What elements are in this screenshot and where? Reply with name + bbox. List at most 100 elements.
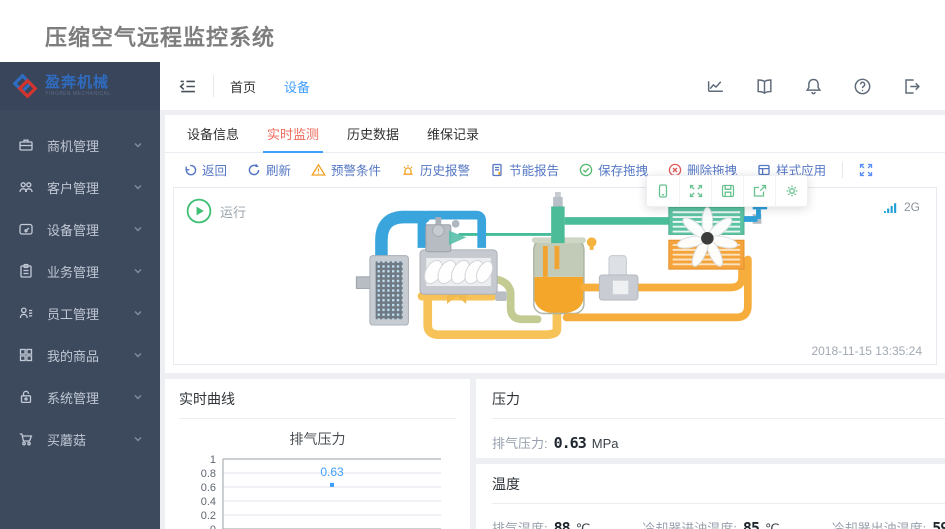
- logo: 盈奔机械 YINGBEN MECHANICAL: [0, 62, 160, 110]
- tab-device-info[interactable]: 设备信息: [181, 115, 245, 152]
- play-circle-icon: [186, 198, 212, 224]
- users-icon: [18, 179, 34, 195]
- diagram-float-toolbar: [646, 175, 808, 207]
- sidebar-item-label: 系统管理: [47, 390, 100, 406]
- reading-value: 59: [932, 519, 945, 529]
- chevron-down-icon: [132, 391, 144, 403]
- menu-fold-icon[interactable]: [178, 77, 197, 96]
- run-label: 运行: [220, 204, 247, 220]
- sidebar-item-employees[interactable]: 员工管理: [0, 292, 160, 334]
- bell-icon[interactable]: [804, 77, 823, 96]
- sidebar-item-label: 客户管理: [47, 180, 100, 196]
- monitor-toolbar: 返回 刷新 预警条件 历史报警 节能报告 保存拖拽 删除拖拽 样式应用: [165, 153, 945, 185]
- history-alarm-button[interactable]: 历史报警: [401, 160, 470, 179]
- device-monitor-card: 设备信息 实时监测 历史数据 维保记录 返回 刷新 预警条件 历史报警 节能报告…: [165, 115, 945, 373]
- svg-text:0.6: 0.6: [201, 482, 216, 494]
- page-title: 压缩空气远程监控系统: [45, 25, 276, 50]
- breadcrumb-home[interactable]: 首页: [230, 77, 256, 96]
- refresh-icon: [247, 163, 261, 177]
- reading-value: 85: [742, 519, 760, 529]
- temperature-card-title: 温度: [492, 474, 945, 504]
- logo-diamond-icon: [12, 73, 38, 99]
- expand-arrows-icon[interactable]: [679, 176, 711, 206]
- chevron-down-icon: [132, 139, 144, 151]
- refresh-button[interactable]: 刷新: [247, 160, 291, 179]
- cart-icon: [18, 431, 34, 447]
- curve-card-title: 实时曲线: [179, 389, 456, 419]
- book-icon[interactable]: [755, 77, 774, 96]
- sidebar-item-label: 员工管理: [47, 306, 100, 322]
- chevron-down-icon: [132, 307, 144, 319]
- svg-text:0.4: 0.4: [201, 496, 216, 508]
- run-status[interactable]: 运行: [186, 198, 246, 224]
- signal-bars-icon: [883, 200, 899, 214]
- grid-icon: [18, 347, 34, 363]
- sidebar-item-label: 我的商品: [47, 348, 100, 364]
- divider: [213, 75, 214, 97]
- fullscreen-icon[interactable]: [859, 163, 873, 177]
- sidebar-item-system[interactable]: 系统管理: [0, 376, 160, 418]
- last-update-timestamp: 2018-11-15 13:35:24: [811, 344, 922, 358]
- readings-column: 压力 排气压力: 0.63 MPa 温度 排气温度: 88 ℃ 冷却器进油温度:…: [476, 379, 945, 529]
- divider: [842, 161, 844, 178]
- reading-unit: MPa: [591, 436, 619, 451]
- warning-triangle-icon: [311, 163, 326, 177]
- logout-icon[interactable]: [902, 77, 921, 96]
- chevron-down-icon: [132, 265, 144, 277]
- device-gauge-icon: [18, 221, 34, 237]
- signal-indicator: 2G: [883, 200, 920, 214]
- sidebar-nav: 商机管理 客户管理 设备管理 业务管理 员工管理 我的商品 系统管理 买蘑菇: [0, 110, 160, 460]
- export-icon[interactable]: [743, 176, 775, 206]
- signal-label: 2G: [903, 200, 920, 214]
- back-button[interactable]: 返回: [183, 160, 227, 179]
- logo-tagline: YINGBEN MECHANICAL: [45, 90, 111, 97]
- top-header: 首页 设备: [160, 62, 945, 110]
- sidebar-item-my-products[interactable]: 我的商品: [0, 334, 160, 376]
- check-circle-icon: [579, 163, 593, 177]
- sidebar-item-buy-mushroom[interactable]: 买蘑菇: [0, 418, 160, 460]
- clipboard-icon: [18, 263, 34, 279]
- reading-cooler-oil-out-temp: 冷却器出油温度: 59 ℃: [832, 518, 945, 529]
- chevron-down-icon: [132, 223, 144, 235]
- tab-bar: 设备信息 实时监测 历史数据 维保记录: [165, 115, 945, 153]
- sidebar-item-business-mgmt[interactable]: 业务管理: [0, 250, 160, 292]
- lock-icon: [18, 389, 34, 405]
- chart-title: 排气压力: [289, 431, 346, 447]
- save-drag-button[interactable]: 保存拖拽: [579, 160, 648, 179]
- energy-report-button[interactable]: 节能报告: [490, 160, 559, 179]
- pressure-card: 压力 排气压力: 0.63 MPa: [476, 379, 945, 458]
- chevron-down-icon: [132, 349, 144, 361]
- employee-icon: [18, 305, 34, 321]
- reading-discharge-pressure: 排气压力: 0.63 MPa: [492, 434, 619, 452]
- pressure-card-title: 压力: [492, 389, 945, 419]
- sidebar-item-label: 设备管理: [47, 222, 100, 238]
- tab-realtime-monitor[interactable]: 实时监测: [261, 115, 325, 153]
- svg-text:0.63: 0.63: [320, 465, 344, 479]
- svg-text:0.2: 0.2: [201, 510, 216, 522]
- sidebar-item-business-opportunity[interactable]: 商机管理: [0, 124, 160, 166]
- reading-unit: ℃: [764, 521, 780, 529]
- gear-icon[interactable]: [775, 176, 807, 206]
- sidebar-item-devices[interactable]: 设备管理: [0, 208, 160, 250]
- content-area: 设备信息 实时监测 历史数据 维保记录 返回 刷新 预警条件 历史报警 节能报告…: [160, 110, 945, 529]
- svg-text:0.8: 0.8: [201, 468, 216, 480]
- sidebar-item-label: 买蘑菇: [47, 432, 87, 448]
- sidebar-item-label: 商机管理: [47, 138, 100, 154]
- main-area: 首页 设备 设备信息 实时监测 历史数据 维保记录 返回 刷新 预警条件 历史报…: [160, 62, 945, 529]
- tab-maintenance-record[interactable]: 维保记录: [421, 115, 485, 152]
- reading-cooler-oil-in-temp: 冷却器进油温度: 85 ℃: [642, 518, 779, 529]
- sidebar-item-label: 业务管理: [47, 264, 100, 280]
- chevron-down-icon: [132, 433, 144, 445]
- undo-icon: [183, 163, 197, 177]
- tab-history-data[interactable]: 历史数据: [341, 115, 405, 152]
- help-icon[interactable]: [853, 77, 872, 96]
- mobile-view-icon[interactable]: [647, 176, 679, 206]
- save-icon[interactable]: [711, 176, 743, 206]
- trend-chart-icon[interactable]: [706, 77, 725, 96]
- breadcrumb-current[interactable]: 设备: [284, 77, 310, 96]
- reading-unit: ℃: [575, 521, 591, 529]
- reading-value: 0.63: [553, 434, 587, 452]
- warning-condition-button[interactable]: 预警条件: [311, 160, 381, 179]
- sidebar-item-customers[interactable]: 客户管理: [0, 166, 160, 208]
- realtime-chart: 00.20.40.60.810.6313:35:24: [201, 454, 441, 529]
